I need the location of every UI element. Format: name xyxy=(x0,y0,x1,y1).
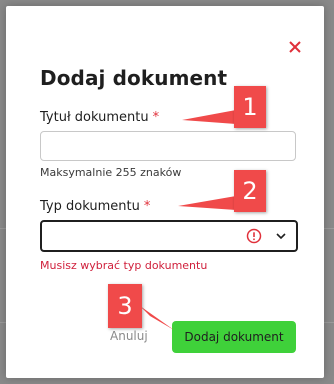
document-type-select[interactable] xyxy=(40,220,298,252)
callout-badge-1: 1 xyxy=(234,86,266,128)
document-type-label-text: Typ dokumentu xyxy=(40,199,140,214)
required-mark: * xyxy=(143,199,151,214)
document-title-label: Tytuł dokumentu * xyxy=(40,110,159,125)
callout-badge-2: 2 xyxy=(234,170,266,212)
add-document-dialog: Dodaj dokument Tytuł dokumentu * Maksymal… xyxy=(6,6,324,378)
callout-badge-3: 3 xyxy=(108,284,142,328)
document-title-label-text: Tytuł dokumentu xyxy=(40,110,149,125)
close-icon xyxy=(289,41,301,53)
exclamation-circle-icon xyxy=(246,228,262,244)
close-button[interactable] xyxy=(282,34,308,60)
cancel-button[interactable]: Anuluj xyxy=(110,329,148,343)
document-type-label: Typ dokumentu * xyxy=(40,199,150,214)
required-mark: * xyxy=(152,110,160,125)
chevron-down-icon[interactable] xyxy=(274,229,288,243)
document-title-hint: Maksymalnie 255 znaków xyxy=(40,166,182,179)
dialog-title: Dodaj dokument xyxy=(40,66,228,90)
add-document-button[interactable]: Dodaj dokument xyxy=(172,321,296,353)
document-title-input[interactable] xyxy=(40,131,296,161)
document-type-error: Musisz wybrać typ dokumentu xyxy=(40,259,208,272)
